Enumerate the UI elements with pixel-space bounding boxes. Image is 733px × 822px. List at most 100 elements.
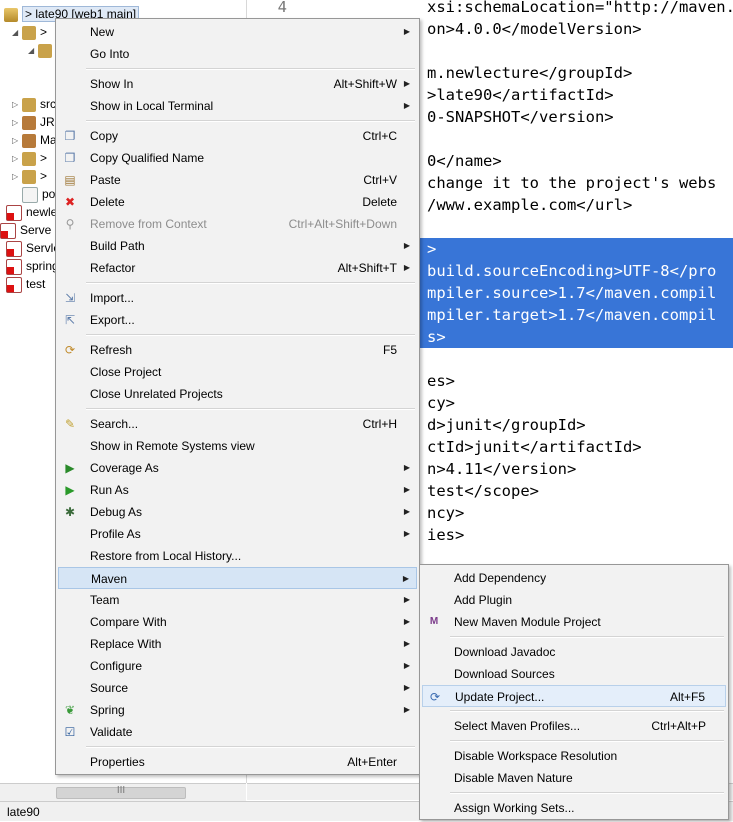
menu-item-copy[interactable]: ❐ Copy Ctrl+C <box>58 125 417 147</box>
scrollbar-thumb[interactable]: III <box>56 785 186 799</box>
menu-item-delete[interactable]: ✖ Delete Delete <box>58 191 417 213</box>
menu-item-update-project[interactable]: ⟳ Update Project... Alt+F5 <box>422 685 726 707</box>
folder-icon <box>22 151 36 166</box>
tree-item-project[interactable]: Servle <box>6 239 60 257</box>
menu-item-close-unrelated-projects[interactable]: Close Unrelated Projects <box>58 383 417 405</box>
menu-item-refactor[interactable]: Refactor Alt+Shift+T ▶ <box>58 257 417 279</box>
tree-item-project[interactable]: test <box>6 275 45 293</box>
expand-arrow-icon[interactable]: ▷ <box>12 114 22 132</box>
tree-item-folder[interactable]: ◢ > <box>12 23 47 41</box>
menu-item-label: Close Project <box>90 365 162 379</box>
menu-item-close-project[interactable]: Close Project <box>58 361 417 383</box>
menu-item-restore-from-local-history[interactable]: Restore from Local History... <box>58 545 417 567</box>
menu-item-label: Update Project... <box>455 690 545 704</box>
code-text: cy> <box>427 394 455 412</box>
menu-item-import[interactable]: ⇲ Import... <box>58 287 417 309</box>
menu-item-replace-with[interactable]: Replace With ▶ <box>58 633 417 655</box>
line-number: 4 <box>277 0 287 16</box>
menu-item-maven[interactable]: Maven ▶ <box>58 567 417 589</box>
copy-qualified-icon: ❐ <box>64 151 76 165</box>
menu-item-show-in-local-terminal[interactable]: Show in Local Terminal ▶ <box>58 95 417 117</box>
menu-item-team[interactable]: Team ▶ <box>58 589 417 611</box>
menu-item-configure[interactable]: Configure ▶ <box>58 655 417 677</box>
tree-item-folder[interactable]: ▷ > <box>12 167 47 185</box>
explorer-horizontal-scrollbar[interactable]: III <box>0 783 246 801</box>
menu-item-shortcut: Alt+F5 <box>669 690 705 704</box>
tree-item-project[interactable]: Serve <box>0 221 51 239</box>
tree-item-label: > <box>40 25 48 39</box>
code-text: mpiler.target>1.7</maven.compil <box>427 306 717 324</box>
tree-item-folder[interactable]: ▷ > <box>12 149 47 167</box>
delete-icon: ✖ <box>64 195 76 209</box>
menu-item-disable-maven-nature[interactable]: Disable Maven Nature <box>422 767 726 789</box>
tree-item-src[interactable]: ▷ src <box>12 95 56 113</box>
menu-item-show-in[interactable]: Show In Alt+Shift+W ▶ <box>58 73 417 95</box>
menu-item-new-maven-module-project[interactable]: M New Maven Module Project <box>422 611 726 633</box>
menu-item-refresh[interactable]: ⟳ Refresh F5 <box>58 339 417 361</box>
menu-item-source[interactable]: Source ▶ <box>58 677 417 699</box>
project-error-icon <box>0 222 16 239</box>
menu-item-profile-as[interactable]: Profile As ▶ <box>58 523 417 545</box>
spring-icon: ❦ <box>64 703 76 717</box>
menu-item-copy-qualified-name[interactable]: ❐ Copy Qualified Name <box>58 147 417 169</box>
project-error-icon <box>6 276 22 293</box>
menu-item-remove-from-context[interactable]: ⚲ Remove from Context Ctrl+Alt+Shift+Down <box>58 213 417 235</box>
menu-separator <box>450 792 724 794</box>
menu-item-export[interactable]: ⇱ Export... <box>58 309 417 331</box>
tree-item-package[interactable]: ◢ <box>28 41 56 59</box>
menu-item-label: Disable Maven Nature <box>454 771 573 785</box>
menu-item-debug-as[interactable]: ✱ Debug As ▶ <box>58 501 417 523</box>
code-text: m.newlecture</groupId> <box>427 64 633 82</box>
menu-separator <box>86 334 415 336</box>
menu-item-shortcut: Ctrl+V <box>363 173 397 187</box>
expand-arrow-icon[interactable]: ▷ <box>12 150 22 168</box>
submenu-arrow-icon: ▶ <box>403 529 410 538</box>
collapse-arrow-icon[interactable]: ◢ <box>12 24 22 42</box>
expand-arrow-icon[interactable]: ▷ <box>12 96 22 114</box>
menu-item-label: Show In <box>90 77 134 91</box>
menu-item-label: Team <box>90 593 120 607</box>
menu-item-search[interactable]: ✎ Search... Ctrl+H <box>58 413 417 435</box>
collapse-arrow-icon[interactable]: ◢ <box>28 42 38 60</box>
tree-item-project[interactable]: spring <box>6 257 59 275</box>
menu-item-download-sources[interactable]: Download Sources <box>422 663 726 685</box>
search-icon: ✎ <box>64 417 76 431</box>
menu-item-label: Assign Working Sets... <box>454 801 575 815</box>
submenu-arrow-icon: ▶ <box>403 705 410 714</box>
tree-item-label: Serve <box>20 223 52 237</box>
project-context-menu: New ▶ Go Into Show In Alt+Shift+W ▶ Show in Lo… <box>55 18 420 775</box>
submenu-arrow-icon: ▶ <box>403 485 410 494</box>
menu-item-label: Configure <box>90 659 143 673</box>
expand-arrow-icon[interactable]: ▷ <box>12 132 22 150</box>
menu-item-run-as[interactable]: ▶ Run As ▶ <box>58 479 417 501</box>
menu-item-label: Show in Local Terminal <box>90 99 214 113</box>
menu-item-spring[interactable]: ❦ Spring ▶ <box>58 699 417 721</box>
import-icon: ⇲ <box>64 291 76 305</box>
menu-item-go-into[interactable]: Go Into <box>58 43 417 65</box>
tree-item-label: JR <box>40 115 55 129</box>
menu-item-add-plugin[interactable]: Add Plugin <box>422 589 726 611</box>
code-text: build.sourceEncoding>UTF-8</pro <box>427 262 717 280</box>
menu-item-paste[interactable]: ▤ Paste Ctrl+V <box>58 169 417 191</box>
tree-item-jre[interactable]: ▷ JR <box>12 113 55 131</box>
menu-item-add-dependency[interactable]: Add Dependency <box>422 567 726 589</box>
tree-item-project[interactable]: newle <box>6 203 57 221</box>
menu-item-coverage-as[interactable]: ▶ Coverage As ▶ <box>58 457 417 479</box>
menu-item-show-in-remote-systems-view[interactable]: Show in Remote Systems view <box>58 435 417 457</box>
tree-item-maven-deps[interactable]: ▷ Ma <box>12 131 57 149</box>
menu-item-properties[interactable]: Properties Alt+Enter <box>58 751 417 773</box>
menu-item-assign-working-sets[interactable]: Assign Working Sets... <box>422 797 726 819</box>
submenu-arrow-icon: ▶ <box>403 617 410 626</box>
menu-item-build-path[interactable]: Build Path ▶ <box>58 235 417 257</box>
menu-separator <box>86 282 415 284</box>
menu-item-select-maven-profiles[interactable]: Select Maven Profiles... Ctrl+Alt+P <box>422 715 726 737</box>
tree-item-pom[interactable]: po <box>22 185 55 203</box>
menu-item-disable-workspace-resolution[interactable]: Disable Workspace Resolution <box>422 745 726 767</box>
menu-item-validate[interactable]: ☑ Validate <box>58 721 417 743</box>
code-line[interactable]: xsi:schemaLocation="http://maven.apache.… <box>247 0 733 18</box>
menu-item-compare-with[interactable]: Compare With ▶ <box>58 611 417 633</box>
menu-item-label: Delete <box>90 195 125 209</box>
menu-item-new[interactable]: New ▶ <box>58 21 417 43</box>
expand-arrow-icon[interactable]: ▷ <box>12 168 22 186</box>
menu-item-download-javadoc[interactable]: Download Javadoc <box>422 641 726 663</box>
